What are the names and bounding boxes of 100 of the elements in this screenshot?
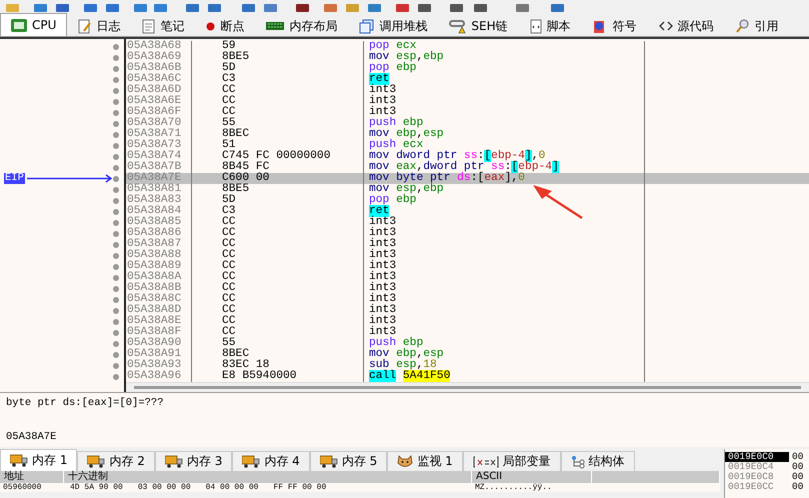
breakpoint-dot-icon[interactable] [113, 242, 119, 248]
breakpoint-dot-icon[interactable] [113, 98, 119, 104]
instruction-cell: int3 [364, 239, 645, 250]
scrollbar-thumb[interactable] [134, 386, 801, 389]
breakpoint-dot-icon[interactable] [113, 208, 119, 214]
breakpoint-dot-icon[interactable] [113, 132, 119, 138]
breakpoint-dot-icon[interactable] [113, 352, 119, 358]
column-header[interactable]: 地址 [0, 471, 64, 483]
address-cell: 05A38A89 [126, 261, 192, 272]
instruction-row[interactable]: 05A38A86 CC int3 [126, 228, 809, 239]
breakpoint-dot-icon[interactable] [113, 88, 119, 94]
breakpoint-dot-icon[interactable] [113, 296, 119, 302]
breakpoint-dot-icon[interactable] [113, 76, 119, 82]
bytes-cell: 8BE5 [192, 52, 364, 63]
instruction-row[interactable]: 05A38A8A CC int3 [126, 272, 809, 283]
instruction-cell: int3 [364, 107, 645, 118]
breakpoint-dot-icon[interactable] [113, 340, 119, 346]
instruction-row[interactable]: 05A38A68 59 pop ecx [126, 41, 809, 52]
bytes-cell: 83EC 18 [192, 360, 364, 371]
address-cell: 05A38A7E [126, 173, 192, 184]
instruction-row[interactable]: 05A38A6C C3 ret [126, 74, 809, 85]
breakpoint-dot-icon[interactable] [113, 164, 119, 170]
breakpoint-dot-icon[interactable] [113, 198, 119, 204]
instruction-row[interactable]: 05A38A71 8BEC mov ebp,esp [126, 129, 809, 140]
truck-icon [87, 455, 106, 468]
column-header[interactable]: 十六进制 [64, 471, 472, 483]
column-header[interactable]: ASCII [472, 471, 592, 483]
breakpoint-dot-icon[interactable] [113, 252, 119, 258]
breakpoint-dot-icon[interactable] [113, 264, 119, 270]
breakpoint-dot-icon[interactable] [113, 220, 119, 226]
tab[interactable]: 局部变量 [462, 451, 561, 471]
instruction-cell: int3 [364, 261, 645, 272]
bytes-cell: C3 [192, 74, 364, 85]
instruction-row[interactable]: 05A38A7E C600 00 mov byte ptr ds:[eax],0 [126, 173, 809, 184]
address-cell: 05A38A71 [126, 129, 192, 140]
tab[interactable]: 内存 2 [77, 451, 155, 471]
stack-address[interactable]: 0019E0C8 [725, 472, 789, 482]
truck-icon [242, 455, 260, 468]
instruction-cell: ret [364, 206, 645, 217]
instruction-row[interactable]: 05A38A84 C3 ret [126, 206, 809, 217]
stack-address[interactable]: 0019E0C0 [725, 452, 789, 462]
tab[interactable]: CPU [0, 13, 68, 36]
instruction-cell: int3 [364, 96, 645, 107]
tab[interactable]: 内存 3 [154, 451, 232, 471]
breakpoint-dot-icon[interactable] [113, 142, 119, 148]
breakpoint-dot-icon[interactable] [113, 330, 119, 336]
bytes-cell: C745 FC 00000000 [192, 151, 364, 162]
breakpoint-dot-icon[interactable] [113, 308, 119, 314]
tab[interactable]: 监视 1 [387, 451, 463, 471]
instruction-cell: int3 [364, 283, 645, 294]
breakpoint-dot-icon[interactable] [113, 44, 119, 50]
breakpoint-dot-icon[interactable] [113, 274, 119, 280]
breakpoint-dot-icon[interactable] [113, 120, 119, 126]
instruction-row[interactable]: 05A38A87 CC int3 [126, 239, 809, 250]
instruction-row[interactable]: 05A38A8B CC int3 [126, 283, 809, 294]
breakpoint-dot-icon[interactable] [113, 110, 119, 116]
instruction-cell: mov ebp,esp [364, 349, 645, 360]
instruction-row[interactable]: 05A38A85 CC int3 [126, 217, 809, 228]
instruction-cell: ret [364, 74, 645, 85]
instruction-row[interactable]: 05A38A91 8BEC mov ebp,esp [126, 349, 809, 360]
bytes-cell: CC [192, 228, 364, 239]
instruction-row[interactable]: 05A38A8E CC int3 [126, 316, 809, 327]
instruction-row[interactable]: 05A38A70 55 push ebp [126, 118, 809, 129]
breakpoint-dot-icon[interactable] [113, 186, 119, 192]
tab[interactable]: 结构体 [560, 451, 635, 471]
address-cell: 05A38A73 [126, 140, 192, 151]
instruction-row[interactable]: 05A38A90 55 push ebp [126, 338, 809, 349]
instruction-row[interactable]: 05A38A88 CC int3 [126, 250, 809, 261]
stacked-windows-icon [359, 18, 374, 34]
instruction-row[interactable]: 05A38A74 C745 FC 00000000 mov dword ptr ss:[ebp-4],0 [126, 151, 809, 162]
instruction-row[interactable]: 05A38A6D CC int3 [126, 85, 809, 96]
instruction-cell: int3 [364, 228, 645, 239]
instruction-row[interactable]: 05A38A69 8BE5 mov esp,ebp [126, 52, 809, 63]
hex-cell-text: 04 00 00 00 [204, 483, 258, 492]
instruction-row[interactable]: 05A38A6E CC int3 [126, 96, 809, 107]
address-cell: 05A38A81 [126, 184, 192, 195]
breakpoint-dot-icon[interactable] [113, 318, 119, 324]
breakpoint-dot-icon[interactable] [113, 230, 119, 236]
tab[interactable]: 内存 4 [232, 451, 310, 471]
stack-address[interactable]: 0019E0C4 [725, 462, 789, 472]
breakpoint-dot-icon[interactable] [113, 66, 119, 72]
breakpoint-dot-icon[interactable] [113, 362, 119, 368]
info-text: byte ptr ds:[eax]=[0]=??? [6, 397, 165, 409]
instruction-row[interactable]: 05A38A8D CC int3 [126, 305, 809, 316]
breakpoint-dot-icon[interactable] [113, 374, 119, 380]
tab[interactable]: 内存 5 [310, 451, 388, 471]
stack-value: 00 [791, 452, 804, 462]
instruction-cell: int3 [364, 316, 645, 327]
tab[interactable]: 内存 1 [0, 449, 78, 471]
stack-address[interactable]: 0019E0CC [725, 482, 789, 492]
instruction-row[interactable]: 05A38A8C CC int3 [126, 294, 809, 305]
instruction-row[interactable]: 05A38A89 CC int3 [126, 261, 809, 272]
instruction-row[interactable]: 05A38A8F CC int3 [126, 327, 809, 338]
breakpoint-dot-icon[interactable] [113, 176, 119, 182]
bytes-cell: CC [192, 96, 364, 107]
breakpoint-dot-icon[interactable] [113, 286, 119, 292]
address-cell: 05A38A8E [126, 316, 192, 327]
instruction-row[interactable]: 05A38A6F CC int3 [126, 107, 809, 118]
breakpoint-dot-icon[interactable] [113, 154, 119, 160]
breakpoint-dot-icon[interactable] [113, 54, 119, 60]
